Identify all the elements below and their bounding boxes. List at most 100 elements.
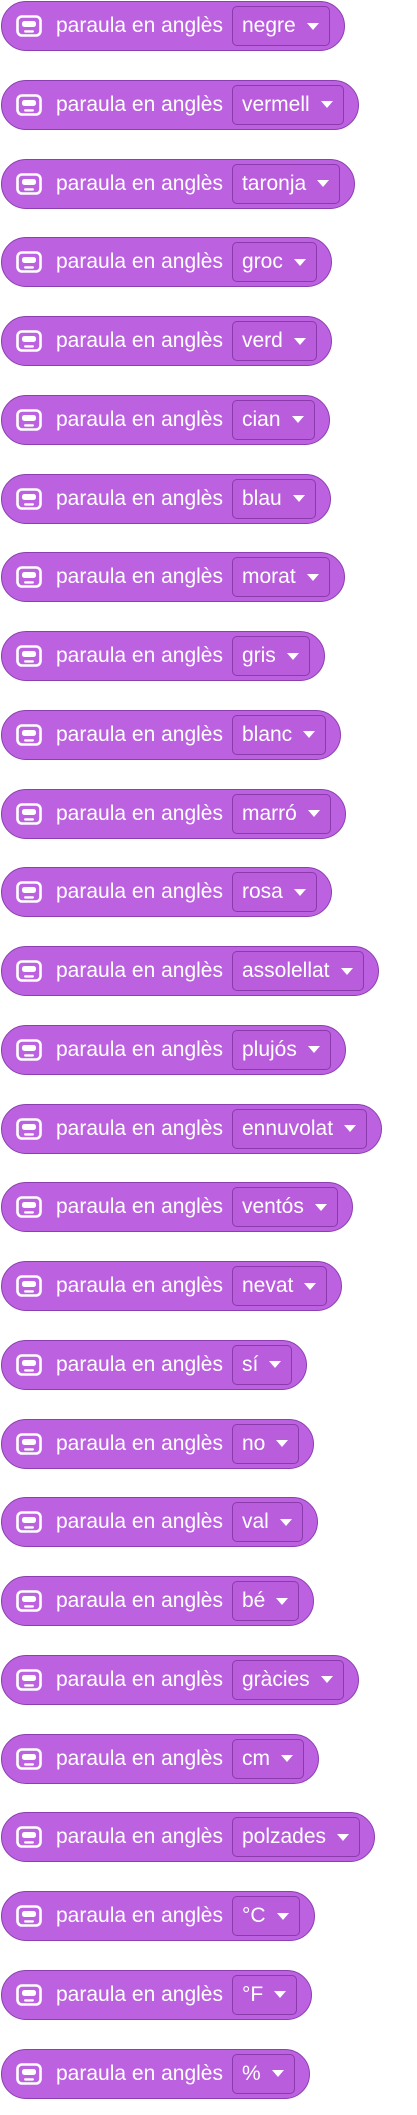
- word-dropdown[interactable]: marró: [231, 793, 331, 834]
- word-dropdown[interactable]: plujós: [231, 1029, 331, 1070]
- english-word-block[interactable]: paraula en anglès vermell: [1, 79, 359, 130]
- robot-face-icon: [14, 11, 44, 41]
- robot-face-icon: [14, 1822, 44, 1852]
- caret-down-icon: [280, 1755, 293, 1762]
- word-dropdown[interactable]: °C: [231, 1896, 300, 1936]
- block-label: paraula en anglès: [56, 644, 223, 667]
- block-label: paraula en anglès: [56, 2061, 223, 2085]
- word-dropdown[interactable]: assolellat: [231, 951, 364, 991]
- word-dropdown[interactable]: gràcies: [231, 1659, 344, 1700]
- dropdown-value: ennuvolat: [241, 1116, 334, 1140]
- block-label: paraula en anglès: [56, 1195, 223, 1219]
- word-dropdown[interactable]: no: [231, 1423, 300, 1464]
- word-dropdown[interactable]: vermell: [231, 84, 344, 125]
- english-word-block[interactable]: paraula en anglès verd: [1, 316, 332, 366]
- english-word-block[interactable]: paraula en anglès blanc: [1, 709, 342, 760]
- robot-face-icon: [14, 2059, 44, 2089]
- caret-down-icon: [340, 967, 353, 975]
- english-word-block[interactable]: paraula en anglès val: [1, 1497, 318, 1548]
- english-word-block[interactable]: paraula en anglès bé: [1, 1576, 315, 1626]
- english-word-block[interactable]: paraula en anglès no: [1, 1418, 315, 1469]
- word-dropdown[interactable]: blanc: [231, 714, 327, 755]
- block-label: paraula en anglès: [56, 1904, 223, 1927]
- dropdown-value: sí: [241, 1352, 259, 1376]
- english-word-block[interactable]: paraula en anglès cm: [1, 1733, 319, 1784]
- caret-down-icon: [307, 1046, 320, 1054]
- english-word-block[interactable]: paraula en anglès cian: [1, 394, 330, 445]
- english-word-block[interactable]: paraula en anglès assolellat: [1, 946, 379, 996]
- english-word-block[interactable]: paraula en anglès °C: [1, 1891, 315, 1941]
- english-word-block[interactable]: paraula en anglès negre: [1, 1, 345, 51]
- english-word-block[interactable]: paraula en anglès taronja: [1, 158, 356, 209]
- english-word-block[interactable]: paraula en anglès gris: [1, 631, 325, 681]
- word-dropdown[interactable]: cm: [231, 1738, 304, 1779]
- block-label: paraula en anglès: [56, 486, 223, 510]
- robot-face-icon: [14, 720, 44, 750]
- word-dropdown[interactable]: groc: [231, 242, 317, 283]
- word-dropdown[interactable]: negre: [231, 6, 330, 46]
- robot-face-icon: [14, 1035, 44, 1065]
- english-word-block[interactable]: paraula en anglès ennuvolat: [1, 1103, 383, 1154]
- word-dropdown[interactable]: gris: [231, 636, 310, 676]
- english-word-block[interactable]: paraula en anglès blau: [1, 473, 331, 524]
- english-word-block[interactable]: paraula en anglès marró: [1, 788, 346, 839]
- block-label: paraula en anglès: [56, 92, 223, 116]
- word-dropdown[interactable]: °F: [231, 1974, 298, 2015]
- robot-face-icon: [14, 1980, 44, 2010]
- block-label: paraula en anglès: [56, 407, 223, 431]
- english-word-block[interactable]: paraula en anglès plujós: [1, 1024, 346, 1075]
- english-word-block[interactable]: paraula en anglès polzades: [1, 1812, 376, 1863]
- robot-face-icon: [14, 1271, 44, 1301]
- caret-down-icon: [344, 1125, 357, 1132]
- word-dropdown[interactable]: val: [231, 1502, 303, 1543]
- english-word-block[interactable]: paraula en anglès gràcies: [1, 1654, 359, 1705]
- robot-face-icon: [14, 562, 44, 592]
- caret-down-icon: [317, 180, 330, 187]
- english-word-block[interactable]: paraula en anglès rosa: [1, 867, 332, 918]
- caret-down-icon: [269, 1361, 282, 1369]
- block-label: paraula en anglès: [56, 171, 223, 195]
- english-word-block[interactable]: paraula en anglès %: [1, 2048, 310, 2099]
- block-label: paraula en anglès: [56, 1589, 223, 1612]
- block-label: paraula en anglès: [56, 722, 223, 746]
- dropdown-value: vermell: [241, 92, 310, 116]
- dropdown-value: gràcies: [241, 1667, 310, 1691]
- robot-face-icon: [14, 1665, 44, 1695]
- dropdown-value: cian: [241, 407, 281, 431]
- word-dropdown[interactable]: verd: [231, 321, 317, 361]
- english-word-block[interactable]: paraula en anglès nevat: [1, 1261, 343, 1311]
- block-label: paraula en anglès: [56, 1352, 223, 1376]
- caret-down-icon: [291, 416, 304, 424]
- english-word-block[interactable]: paraula en anglès °F: [1, 1969, 313, 2020]
- word-dropdown[interactable]: polzades: [231, 1817, 361, 1858]
- word-dropdown[interactable]: %: [231, 2053, 295, 2094]
- block-label: paraula en anglès: [56, 329, 223, 352]
- word-dropdown[interactable]: bé: [231, 1581, 300, 1621]
- word-dropdown[interactable]: taronja: [231, 163, 341, 204]
- block-label: paraula en anglès: [56, 565, 223, 589]
- caret-down-icon: [276, 1440, 289, 1447]
- english-word-block[interactable]: paraula en anglès morat: [1, 552, 345, 603]
- word-dropdown[interactable]: ennuvolat: [231, 1108, 368, 1149]
- english-word-block[interactable]: paraula en anglès sí: [1, 1339, 308, 1390]
- word-dropdown[interactable]: cian: [231, 399, 315, 440]
- dropdown-value: verd: [241, 329, 283, 352]
- caret-down-icon: [306, 22, 319, 30]
- word-dropdown[interactable]: sí: [231, 1344, 293, 1385]
- word-dropdown[interactable]: nevat: [231, 1266, 328, 1306]
- robot-face-icon: [14, 799, 44, 829]
- english-word-block[interactable]: paraula en anglès ventós: [1, 1182, 353, 1233]
- block-label: paraula en anglès: [56, 1825, 223, 1849]
- robot-face-icon: [14, 1429, 44, 1459]
- robot-face-icon: [14, 1744, 44, 1774]
- word-dropdown[interactable]: morat: [231, 557, 330, 598]
- robot-face-icon: [14, 326, 44, 356]
- block-label: paraula en anglès: [56, 1116, 223, 1140]
- caret-down-icon: [276, 1912, 289, 1920]
- dropdown-value: blau: [241, 486, 282, 510]
- word-dropdown[interactable]: ventós: [231, 1187, 338, 1228]
- english-word-block[interactable]: paraula en anglès groc: [1, 237, 332, 288]
- word-dropdown[interactable]: rosa: [231, 872, 317, 913]
- word-dropdown[interactable]: blau: [231, 478, 316, 519]
- dropdown-value: polzades: [241, 1825, 327, 1849]
